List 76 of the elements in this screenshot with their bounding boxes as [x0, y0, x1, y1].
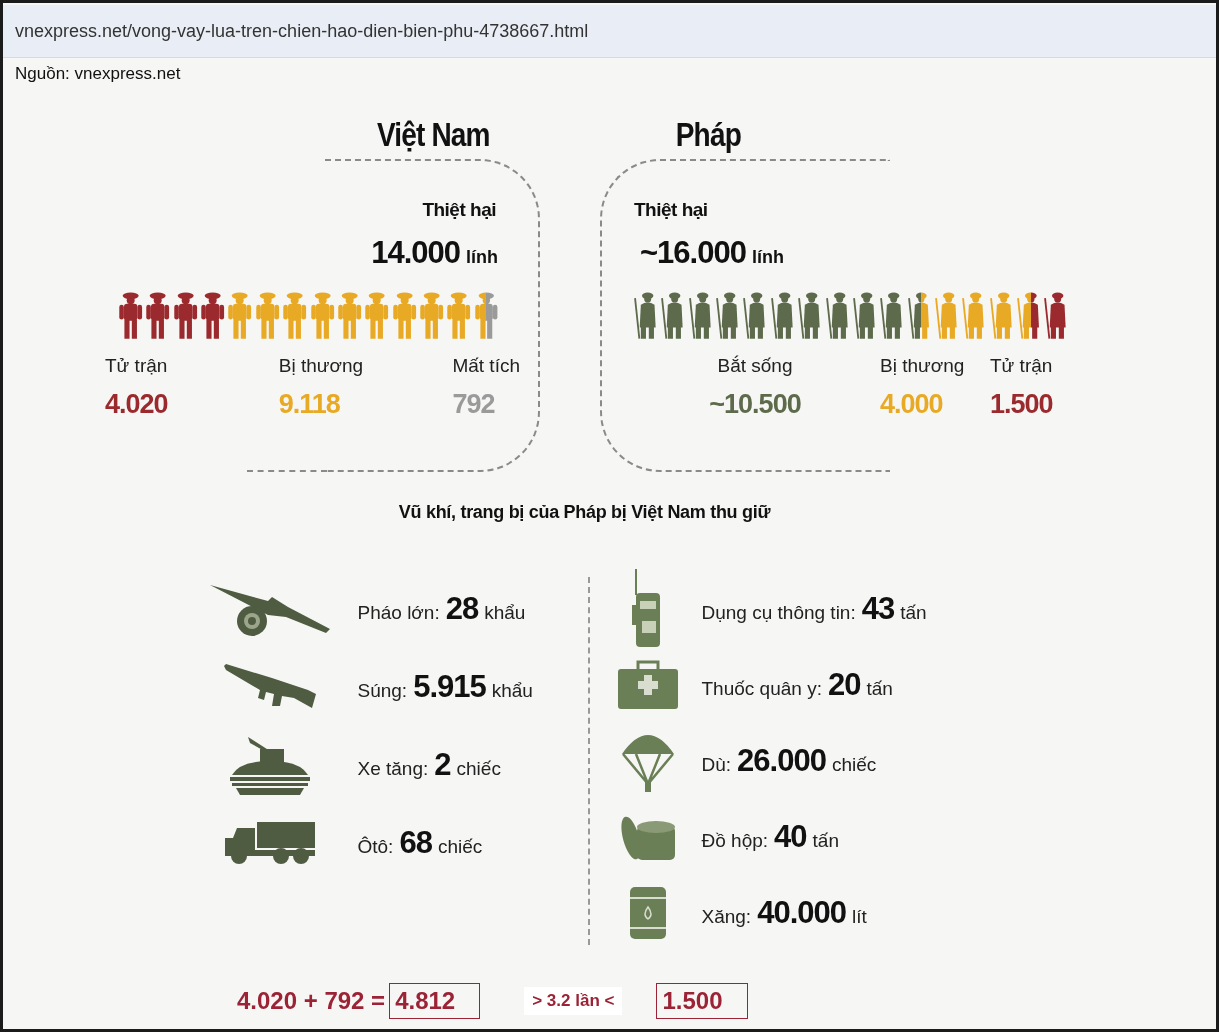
soldier-icon — [445, 289, 473, 341]
ratio-text: > 3.2 lần < — [524, 987, 623, 1015]
item-label: Xăng: — [701, 906, 752, 928]
soldier-icon — [390, 289, 418, 341]
stat-value: ~10.500 — [709, 389, 801, 420]
soldier-icon — [199, 289, 227, 341]
item-unit: khẩu — [484, 602, 526, 624]
stat-label: Bắt sống — [717, 355, 793, 377]
half-soldier-icon — [472, 289, 487, 341]
soldier-icon — [117, 289, 145, 341]
total-value: 4.812 — [389, 983, 481, 1019]
side-title: Việt Nam — [377, 116, 491, 154]
stat-label: Tử trận — [105, 355, 168, 377]
item-unit: tấn — [866, 678, 893, 700]
stat-label: Tử trận — [990, 355, 1053, 377]
item-value: 2 — [434, 747, 451, 783]
tank-icon — [227, 735, 312, 795]
source-text: Nguồn: vnexpress.net — [14, 63, 181, 84]
item-value: 5.915 — [413, 669, 486, 705]
item-value: 20 — [827, 667, 861, 703]
compare-value: 1.500 — [656, 983, 748, 1019]
item-label: Thuốc quân y: — [701, 678, 822, 700]
item-value: 26.000 — [737, 743, 826, 779]
item-unit: chiếc — [437, 836, 483, 858]
item-label: Xe tăng: — [357, 758, 429, 780]
item-value: 40 — [774, 819, 807, 855]
item-label: Đồ hộp: — [701, 830, 769, 852]
stat-value: 792 — [452, 389, 495, 420]
item-unit: chiếc — [831, 754, 877, 776]
soldier-icon — [226, 289, 254, 341]
loss-value: 14.000 — [371, 235, 460, 271]
rifle-icon — [221, 664, 318, 710]
barrel-icon — [627, 885, 668, 941]
loss-value: ~16.000 — [640, 235, 746, 271]
stat-value: 4.020 — [105, 389, 168, 420]
item-label: Súng: — [357, 680, 408, 702]
item-value: 28 — [445, 591, 479, 627]
medical-bag-icon — [615, 659, 680, 711]
soldier-icon — [253, 289, 282, 341]
item-unit: khẩu — [491, 680, 533, 702]
item-unit: tấn — [812, 830, 839, 852]
loss-unit: lính — [751, 247, 784, 268]
truck-icon — [222, 820, 317, 866]
stat-value: 1.500 — [990, 389, 1053, 420]
soldier-icon — [171, 289, 200, 341]
stat-label: Mất tích — [452, 355, 520, 377]
side-title: Pháp — [675, 116, 741, 154]
stat-label: Bị thương — [278, 355, 364, 377]
sum-text: 4.020 + 792 = — [237, 987, 386, 1015]
stat-value: 9.118 — [278, 389, 340, 420]
half-soldier-icon — [907, 289, 922, 341]
address-bar[interactable]: vnexpress.net/vong-vay-lua-tren-chien-hao-dien-bien-phu-4738667.html — [3, 5, 1216, 58]
soldier-icon — [417, 289, 446, 341]
item-unit: chiếc — [456, 758, 501, 780]
soldier-icon — [335, 289, 364, 341]
soldier-icon — [281, 289, 309, 341]
section-title: Vũ khí, trang bị của Pháp bị Việt Nam thu giữ — [398, 502, 771, 523]
item-value: 43 — [861, 591, 895, 627]
item-label: Pháo lớn: — [357, 602, 440, 624]
item-label: Dụng cụ thông tin: — [701, 602, 856, 624]
loss-unit: lính — [466, 247, 498, 268]
item-label: Ôtô: — [357, 836, 394, 858]
loss-label: Thiệt hại — [634, 199, 708, 221]
item-value: 40.000 — [757, 895, 846, 931]
item-value: 68 — [399, 825, 432, 861]
half-soldier-icon — [1017, 289, 1031, 341]
item-unit: tấn — [900, 602, 927, 624]
stat-value: 4.000 — [880, 389, 943, 420]
stat-label: Bị thương — [880, 355, 965, 377]
item-label: Dù: — [701, 754, 732, 776]
soldier-icon — [363, 289, 391, 341]
half-soldier-icon — [486, 289, 500, 341]
soldier-icon — [144, 289, 172, 341]
loss-label: Thiệt hại — [422, 199, 496, 221]
item-unit: lít — [852, 906, 867, 928]
soldier-icon — [308, 289, 336, 341]
